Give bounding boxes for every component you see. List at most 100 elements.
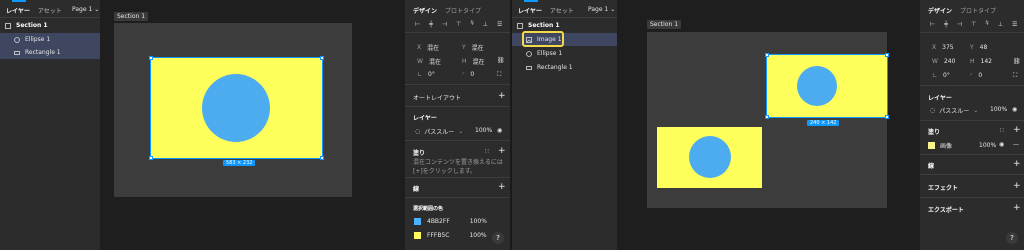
divider: [920, 85, 1024, 86]
h-value: 混在: [472, 59, 485, 66]
opacity-value[interactable]: 100%: [475, 127, 492, 134]
layer-section[interactable]: Section 1: [0, 19, 100, 32]
tab-design[interactable]: デザイン: [928, 6, 952, 15]
expand-icon[interactable]: ⛶: [497, 71, 501, 79]
eye-icon[interactable]: ◉: [1012, 106, 1017, 113]
rectangle-icon: [14, 50, 20, 56]
section-label[interactable]: Section 1: [114, 12, 149, 21]
y-field[interactable]: Y 混在: [462, 43, 484, 52]
align-left-icon[interactable]: ⊢: [415, 21, 420, 28]
x-field[interactable]: X 375: [932, 44, 954, 51]
tab-assets[interactable]: アセット: [550, 6, 574, 15]
align-center-v-icon[interactable]: ⫩: [985, 20, 988, 28]
align-bottom-icon[interactable]: ⊥: [483, 21, 488, 28]
align-right-icon[interactable]: ⊣: [957, 21, 962, 28]
blend-mode-select[interactable]: ◌ パススルー ⌄: [415, 127, 463, 136]
help-button[interactable]: ?: [492, 232, 504, 244]
add-effect-icon[interactable]: +: [1013, 181, 1021, 191]
resize-handle[interactable]: [765, 53, 769, 57]
h-field[interactable]: H 混在: [462, 57, 485, 66]
layer-section-title: レイヤー: [928, 95, 952, 102]
color-hex: FFFB5C: [427, 232, 450, 239]
opacity-value[interactable]: 100%: [990, 106, 1007, 113]
expand-icon[interactable]: ⛶: [1013, 72, 1017, 80]
distribute-icon[interactable]: ☰: [1012, 21, 1017, 28]
ellipse-shape[interactable]: [202, 74, 270, 142]
tab-layers[interactable]: レイヤー: [518, 6, 542, 15]
constrain-proportions-icon[interactable]: ⛓: [497, 57, 505, 64]
page-selector[interactable]: Page 1 ⌄: [588, 6, 615, 13]
divider: [920, 154, 1024, 155]
resize-handle[interactable]: [149, 56, 153, 60]
resize-handle[interactable]: [320, 156, 324, 160]
radius-field[interactable]: ◜ 0: [462, 71, 474, 78]
align-left-icon[interactable]: ⊢: [930, 21, 935, 28]
selection-color-row[interactable]: 4BB2FF 100%: [414, 218, 487, 225]
resize-handle[interactable]: [149, 156, 153, 160]
layer-ellipse[interactable]: Ellipse 1: [0, 33, 100, 46]
x-field[interactable]: X 混在: [417, 43, 439, 52]
left-canvas[interactable]: Section 1 583 × 232: [100, 0, 405, 250]
style-grid-icon[interactable]: ∷: [1000, 127, 1004, 134]
tab-prototype[interactable]: プロトタイプ: [445, 6, 481, 15]
divider: [512, 17, 617, 18]
align-top-icon[interactable]: ⊤: [971, 21, 976, 28]
y-value: 48: [979, 44, 988, 51]
h-field[interactable]: H 142: [970, 58, 992, 65]
align-right-icon[interactable]: ⊣: [442, 21, 447, 28]
rotation-field[interactable]: ∟ 0°: [932, 72, 950, 79]
divider: [405, 177, 510, 178]
add-stroke-icon[interactable]: +: [498, 182, 506, 192]
eye-icon[interactable]: ◉: [497, 127, 502, 134]
w-field[interactable]: W 240: [932, 58, 955, 65]
resize-handle[interactable]: [885, 115, 889, 119]
align-center-h-icon[interactable]: ╪: [944, 21, 948, 28]
align-center-v-icon[interactable]: ⫩: [470, 20, 473, 28]
add-export-icon[interactable]: +: [1013, 203, 1021, 213]
resize-handle[interactable]: [765, 115, 769, 119]
w-field[interactable]: W 混在: [417, 57, 441, 66]
chevron-down-icon: ⌄: [973, 107, 979, 114]
help-button[interactable]: ?: [1006, 232, 1018, 244]
fill-note: 混在コンテンツを置き換えるには[+]をクリックします。: [413, 159, 503, 175]
selection-color-row[interactable]: FFFB5C 100%: [414, 232, 487, 239]
y-field[interactable]: Y 48: [970, 44, 987, 51]
resize-handle[interactable]: [885, 53, 889, 57]
section-label[interactable]: Section 1: [647, 20, 682, 29]
layer-rectangle[interactable]: Rectangle 1: [0, 46, 100, 59]
align-bottom-icon[interactable]: ⊥: [998, 21, 1003, 28]
image-fill-icon[interactable]: [928, 142, 935, 149]
right-canvas[interactable]: Section 1 240 × 142: [617, 0, 920, 250]
blend-mode-select[interactable]: ◌ パススルー ⌄: [930, 106, 978, 115]
tab-layers[interactable]: レイヤー: [6, 6, 30, 15]
layer-rectangle[interactable]: Rectangle 1: [512, 61, 617, 74]
layer-label: Rectangle 1: [25, 49, 61, 56]
page-name: Page 1: [588, 6, 609, 13]
active-tab-indicator: [12, 0, 26, 2]
ellipse-shape[interactable]: [689, 136, 731, 178]
color-opacity: 100%: [469, 218, 487, 225]
style-grid-icon[interactable]: ∷: [485, 148, 489, 155]
align-top-icon[interactable]: ⊤: [456, 21, 461, 28]
color-swatch[interactable]: [414, 218, 421, 225]
constrain-proportions-icon[interactable]: ⛓: [1013, 58, 1021, 65]
page-selector[interactable]: Page 1 ⌄: [72, 6, 99, 13]
resize-handle[interactable]: [320, 56, 324, 60]
remove-fill-icon[interactable]: —: [1013, 141, 1019, 148]
add-auto-layout-icon[interactable]: +: [498, 91, 506, 101]
radius-field[interactable]: ◜ 0: [970, 72, 982, 79]
fill-row[interactable]: 画像 100%: [928, 141, 996, 150]
tab-assets[interactable]: アセット: [38, 6, 62, 15]
align-center-h-icon[interactable]: ╪: [429, 21, 433, 28]
eye-icon[interactable]: ◉: [999, 141, 1004, 148]
add-fill-icon[interactable]: +: [1013, 125, 1021, 135]
add-fill-icon[interactable]: +: [498, 146, 506, 156]
color-swatch[interactable]: [414, 232, 421, 239]
add-stroke-icon[interactable]: +: [1013, 159, 1021, 169]
layer-ellipse[interactable]: Ellipse 1: [512, 47, 617, 60]
tab-prototype[interactable]: プロトタイプ: [960, 6, 996, 15]
tab-design[interactable]: デザイン: [413, 6, 437, 15]
distribute-icon[interactable]: ☰: [497, 21, 502, 28]
layer-label: Ellipse 1: [537, 50, 563, 57]
rotation-field[interactable]: ∟ 0°: [417, 71, 435, 78]
